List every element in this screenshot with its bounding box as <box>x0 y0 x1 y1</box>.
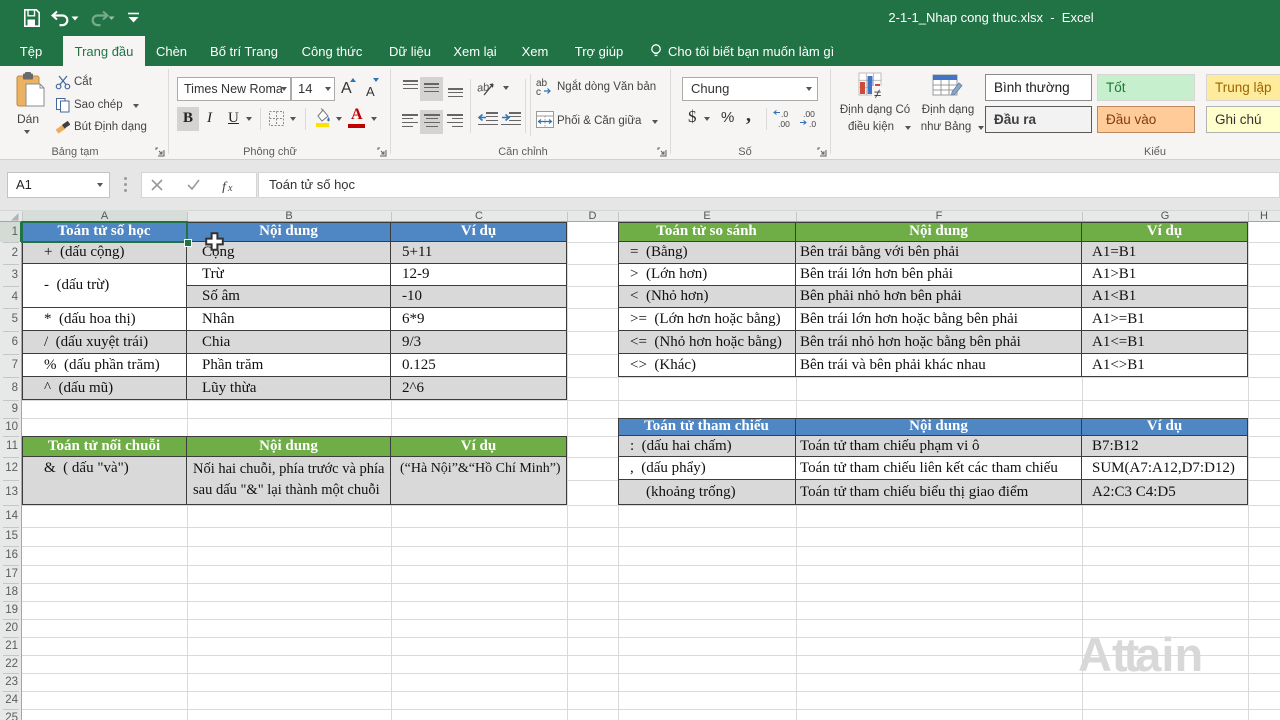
svg-text:x: x <box>227 183 233 193</box>
svg-text:ab: ab <box>477 81 490 95</box>
svg-text:.00: .00 <box>778 119 790 129</box>
svg-text:.0: .0 <box>781 109 788 119</box>
svg-text:c: c <box>536 87 541 95</box>
svg-text:.0: .0 <box>809 119 816 129</box>
svg-text:≠: ≠ <box>874 86 881 101</box>
svg-text:.00: .00 <box>803 109 815 119</box>
